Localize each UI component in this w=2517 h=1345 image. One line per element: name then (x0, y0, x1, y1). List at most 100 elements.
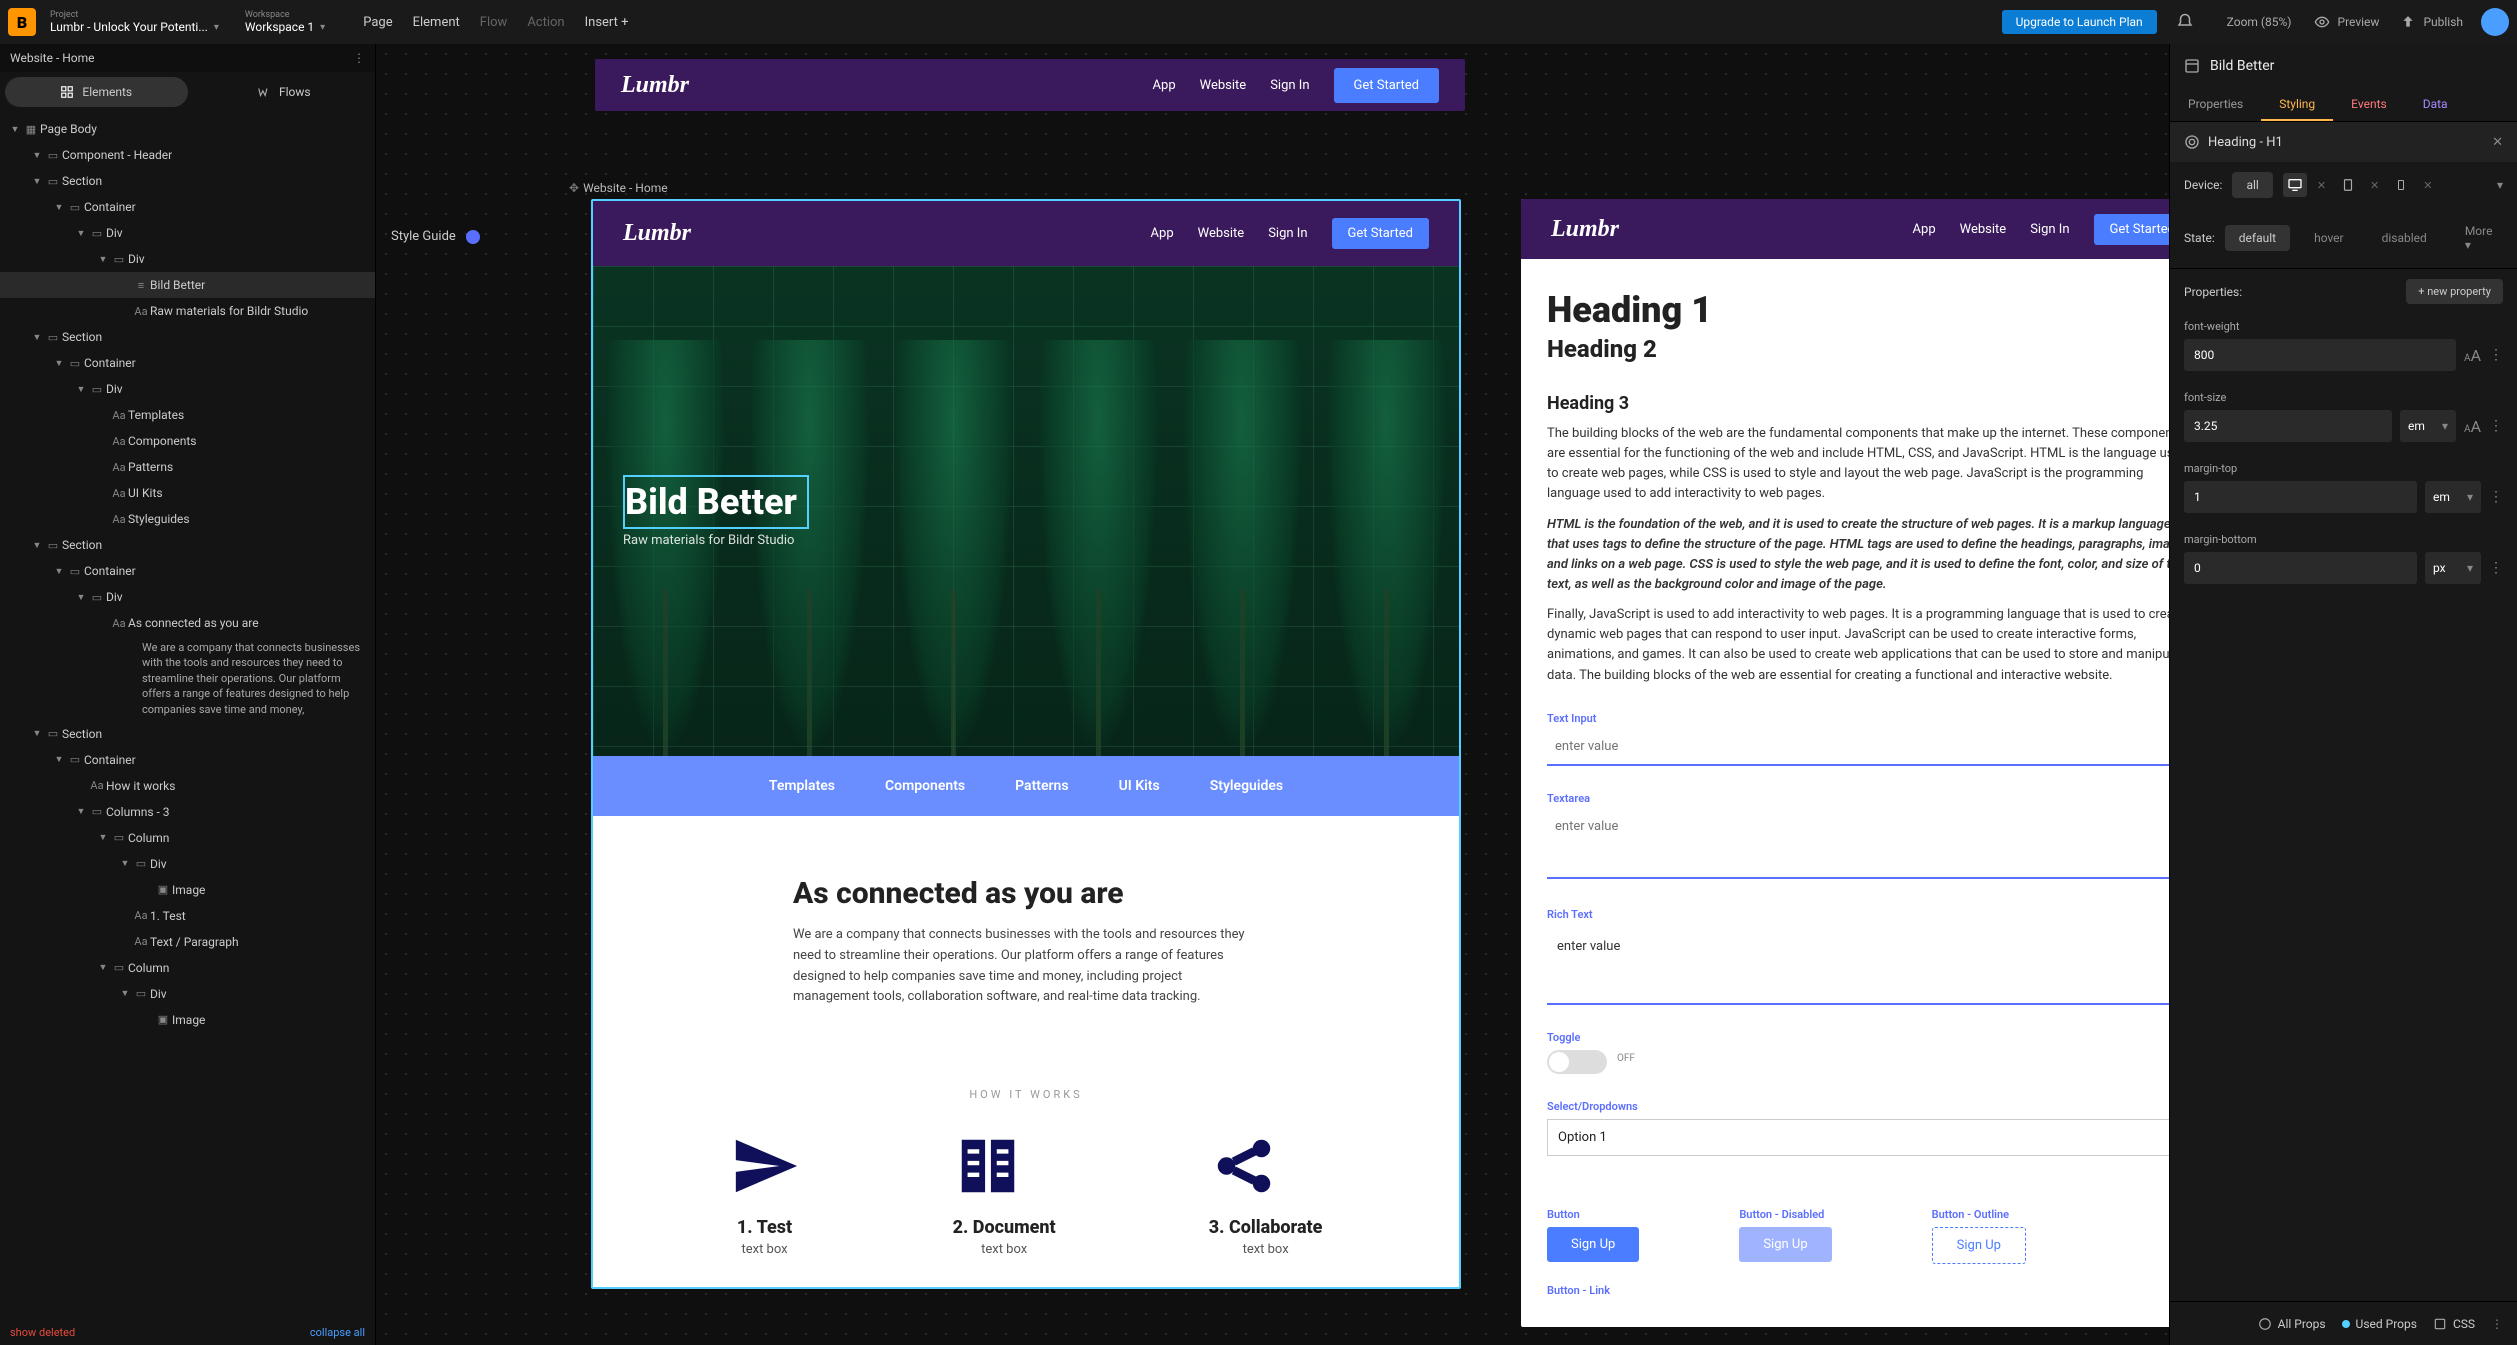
strip-styleguides[interactable]: Styleguides (1210, 778, 1283, 794)
prop-value-input[interactable] (2184, 339, 2456, 371)
state-default[interactable]: default (2225, 225, 2290, 251)
kebab-icon[interactable]: ⋮ (353, 51, 365, 65)
nav-link-app[interactable]: App (1153, 78, 1176, 93)
tree-item[interactable]: ▼▭Container (0, 558, 375, 584)
sf-text-input[interactable] (1547, 729, 2169, 766)
text-size-icon[interactable]: AA (2464, 417, 2481, 436)
sf-select[interactable]: Option 1 ▾ (1547, 1119, 2169, 1156)
tree-item[interactable]: ▼▭Column (0, 955, 375, 981)
get-started-button[interactable]: Get Started (1332, 218, 1429, 249)
prop-unit-select[interactable]: px▾ (2425, 552, 2481, 584)
tree-item[interactable]: ▼▭Div (0, 246, 375, 272)
tree-item[interactable]: AaPatterns (0, 454, 375, 480)
tree-item[interactable]: ▼▭Section (0, 168, 375, 194)
tree-item[interactable]: AaRaw materials for Bildr Studio (0, 298, 375, 324)
used-props-button[interactable]: Used Props (2342, 1317, 2417, 1331)
app-logo[interactable]: B (8, 8, 36, 36)
tree-item[interactable]: ▼▭Div (0, 981, 375, 1007)
sf-button-primary[interactable]: Sign Up (1547, 1227, 1639, 1262)
menu-page[interactable]: Page (363, 15, 392, 30)
menu-insert[interactable]: Insert + (585, 15, 629, 30)
tree-item[interactable]: ▼▭Container (0, 350, 375, 376)
strip-templates[interactable]: Templates (769, 778, 835, 794)
workspace-picker[interactable]: Workspace Workspace 1▾ (245, 10, 325, 34)
state-hover[interactable]: hover (2300, 225, 2358, 251)
tree-item[interactable]: ▼▦Page Body (0, 116, 375, 142)
tree-item[interactable]: AaAs connected as you are (0, 610, 375, 636)
zoom-indicator[interactable]: Zoom (85%) (2227, 15, 2292, 29)
selected-element-box[interactable]: Bild Better (623, 475, 809, 529)
tree-item[interactable]: AaTemplates (0, 402, 375, 428)
nav-link-app[interactable]: App (1151, 226, 1174, 241)
get-started-button[interactable]: Get Started (2094, 214, 2169, 245)
device-desktop-icon[interactable] (2283, 173, 2307, 197)
rp-tab-styling[interactable]: Styling (2261, 88, 2333, 121)
chevron-down-icon[interactable]: ▾ (2497, 178, 2503, 192)
preview-button[interactable]: Preview (2314, 12, 2380, 32)
close-icon[interactable]: ✕ (2317, 179, 2326, 192)
tree-item[interactable]: ▼▭Columns - 3 (0, 799, 375, 825)
css-button[interactable]: CSS (2433, 1317, 2475, 1331)
upgrade-button[interactable]: Upgrade to Launch Plan (2002, 10, 2157, 34)
state-disabled[interactable]: disabled (2368, 225, 2441, 251)
device-mobile-icon[interactable] (2389, 173, 2413, 197)
tree-item[interactable]: AaText / Paragraph (0, 929, 375, 955)
sf-button-outline[interactable]: Sign Up (1932, 1227, 2026, 1264)
rp-tab-properties[interactable]: Properties (2170, 88, 2261, 121)
tree-item[interactable]: AaHow it works (0, 773, 375, 799)
tree-item[interactable]: ▼▭Div (0, 584, 375, 610)
rp-tab-data[interactable]: Data (2405, 88, 2466, 121)
tree-item[interactable]: ▣Image (0, 877, 375, 903)
project-picker[interactable]: Project Lumbr - Unlock Your Potenti...▾ (50, 10, 219, 34)
tree-item[interactable]: ▼▭Container (0, 194, 375, 220)
canvas-frame-label[interactable]: ✥ Website - Home (569, 181, 668, 195)
state-more[interactable]: More ▾ (2451, 218, 2507, 258)
tree-item[interactable]: ▣Image (0, 1007, 375, 1033)
close-icon[interactable]: ✕ (2370, 179, 2379, 192)
style-guide-tag[interactable]: Style Guide (391, 229, 480, 244)
tree-paragraph[interactable]: We are a company that connects businesse… (0, 636, 375, 721)
get-started-button[interactable]: Get Started (1334, 68, 1439, 103)
kebab-icon[interactable]: ⋮ (2491, 1317, 2503, 1331)
sf-textarea[interactable] (1547, 809, 2169, 879)
tree-item[interactable]: ▼▭Section (0, 532, 375, 558)
prop-unit-select[interactable]: em▾ (2400, 410, 2456, 442)
sf-toggle[interactable] (1547, 1050, 1607, 1074)
collapse-all-button[interactable]: collapse all (310, 1326, 365, 1339)
tree-item[interactable]: ▼▭Div (0, 851, 375, 877)
breadcrumb[interactable]: Website - Home (10, 51, 95, 65)
rp-tab-events[interactable]: Events (2333, 88, 2405, 121)
menu-action[interactable]: Action (527, 15, 564, 30)
nav-link-website[interactable]: Website (1198, 226, 1245, 241)
device-all[interactable]: all (2232, 172, 2272, 198)
prop-value-input[interactable] (2184, 481, 2417, 513)
menu-flow[interactable]: Flow (480, 15, 508, 30)
nav-link-signin[interactable]: Sign In (2030, 222, 2069, 237)
tab-flows[interactable]: Flows (193, 72, 376, 112)
close-icon[interactable]: ✕ (2492, 135, 2503, 150)
nav-link-signin[interactable]: Sign In (1270, 78, 1309, 93)
menu-element[interactable]: Element (413, 15, 460, 30)
tree-item[interactable]: ▼▭Section (0, 721, 375, 747)
new-property-button[interactable]: + new property (2406, 279, 2503, 304)
tab-elements[interactable]: Elements (5, 77, 188, 107)
prop-unit-select[interactable]: em▾ (2425, 481, 2481, 513)
tree-item[interactable]: AaUI Kits (0, 480, 375, 506)
prop-value-input[interactable] (2184, 410, 2392, 442)
tree-item[interactable]: ▼▭Section (0, 324, 375, 350)
text-size-icon[interactable]: AA (2464, 346, 2481, 365)
canvas-header-preview[interactable]: Lumbr App Website Sign In Get Started (595, 59, 1465, 111)
strip-uikits[interactable]: UI Kits (1119, 778, 1160, 794)
nav-link-website[interactable]: Website (1960, 222, 2007, 237)
kebab-icon[interactable]: ⋮ (2489, 347, 2503, 363)
canvas-frame-website[interactable]: Lumbr App Website Sign In Get Started (591, 199, 1461, 1289)
nav-link-signin[interactable]: Sign In (1268, 226, 1307, 241)
tree-item[interactable]: ▼▭Component - Header (0, 142, 375, 168)
user-avatar[interactable] (2481, 8, 2509, 36)
close-icon[interactable]: ✕ (2423, 179, 2432, 192)
prop-value-input[interactable] (2184, 552, 2417, 584)
kebab-icon[interactable]: ⋮ (2489, 489, 2503, 505)
kebab-icon[interactable]: ⋮ (2489, 560, 2503, 576)
kebab-icon[interactable]: ⋮ (2489, 418, 2503, 434)
device-tablet-icon[interactable] (2336, 173, 2360, 197)
